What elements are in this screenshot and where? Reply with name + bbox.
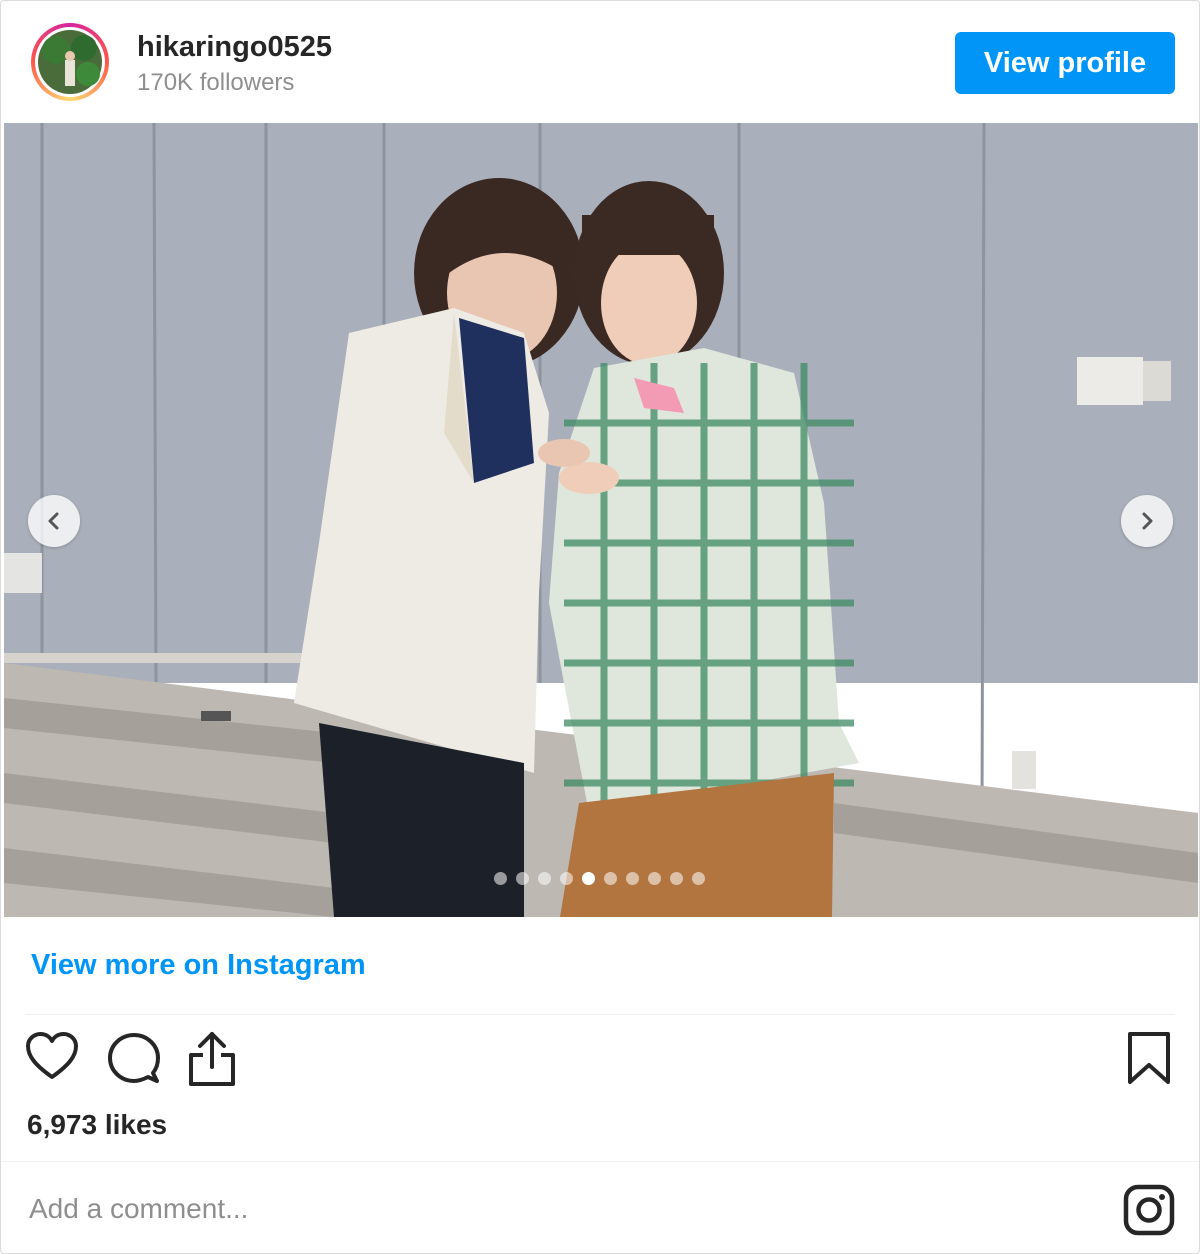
carousel-dot (560, 871, 573, 885)
photo-scene (4, 123, 1198, 917)
post-photo[interactable] (4, 123, 1198, 917)
avatar[interactable] (31, 23, 109, 101)
comment-bar (1, 1161, 1199, 1253)
instagram-embed-card: hikaringo0525 170K followers View profil… (0, 0, 1200, 1254)
chevron-left-icon (48, 512, 59, 530)
post-header: hikaringo0525 170K followers View profil… (1, 1, 1199, 123)
carousel-dot (604, 871, 617, 885)
comment-icon (108, 1033, 160, 1083)
avatar-image (35, 27, 105, 97)
instagram-link[interactable] (1123, 1184, 1175, 1241)
carousel-dot (626, 871, 639, 885)
action-bar (1, 1031, 1199, 1093)
comment-button[interactable] (107, 1031, 161, 1090)
carousel-dot (670, 871, 683, 885)
carousel-dot (648, 871, 661, 885)
like-button[interactable] (25, 1031, 79, 1086)
carousel-indicator (494, 871, 705, 885)
like-count[interactable]: 6,973 likes (27, 1109, 167, 1141)
heart-icon (26, 1032, 78, 1079)
carousel-dot (494, 871, 507, 885)
save-button[interactable] (1127, 1031, 1171, 1090)
carousel-dot (516, 871, 529, 885)
follower-count: 170K followers (137, 69, 295, 96)
carousel-dot (538, 871, 551, 885)
view-more-on-instagram-link[interactable]: View more on Instagram (31, 949, 366, 982)
username[interactable]: hikaringo0525 (137, 31, 332, 64)
carousel-dot (582, 871, 595, 885)
comment-input[interactable] (27, 1188, 931, 1230)
instagram-icon (1123, 1184, 1175, 1236)
bookmark-icon (1128, 1032, 1170, 1084)
share-icon (189, 1032, 235, 1086)
chevron-right-icon (1142, 512, 1153, 530)
carousel-next-button[interactable] (1121, 495, 1173, 547)
view-profile-button[interactable]: View profile (955, 32, 1175, 94)
share-button[interactable] (187, 1031, 237, 1092)
divider (25, 1014, 1175, 1015)
carousel-prev-button[interactable] (28, 495, 80, 547)
carousel-dot (692, 871, 705, 885)
